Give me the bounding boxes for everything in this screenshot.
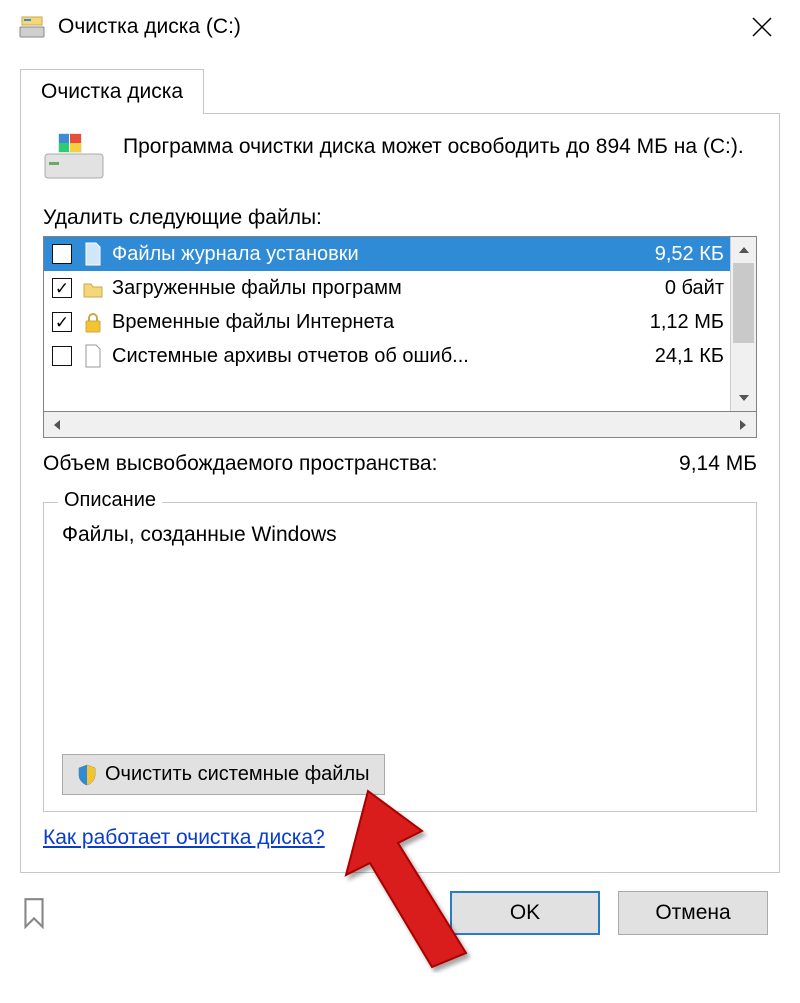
scroll-track[interactable] [731,263,756,385]
total-space-label: Объем высвобождаемого пространства: [43,452,679,476]
hscroll-track[interactable] [70,412,730,437]
disk-cleanup-window: Очистка диска (C:) Очистка диска [0,0,800,1003]
close-button[interactable] [736,4,788,50]
disk-cleanup-icon [18,13,46,41]
horizontal-scrollbar[interactable] [43,412,757,438]
file-list-row[interactable]: Файлы журнала установки9,52 КБ [44,237,730,271]
row-filesize: 1,12 МБ [640,311,724,334]
titlebar: Очистка диска (C:) [0,0,800,54]
ok-button[interactable]: OK [450,891,600,935]
vertical-scrollbar[interactable] [730,237,756,411]
clean-system-files-label: Очистить системные файлы [105,763,370,786]
row-filename: Файлы журнала установки [112,243,645,266]
scroll-right-button[interactable] [730,412,756,437]
row-checkbox[interactable] [52,312,72,332]
drive-icon [43,132,105,182]
dialog-footer: OK Отмена [0,873,800,935]
window-title: Очистка диска (C:) [58,15,736,39]
tab-cleanup[interactable]: Очистка диска [20,69,204,114]
scroll-down-button[interactable] [731,385,756,411]
intro-text: Программа очистки диска может освободить… [123,132,744,162]
shield-icon [77,764,97,786]
bookmark-icon[interactable] [20,897,52,929]
file-type-icon [82,275,104,301]
file-type-icon [82,309,104,335]
row-filename: Системные архивы отчетов об ошиб... [112,345,645,368]
row-checkbox[interactable] [52,346,72,366]
row-filesize: 24,1 КБ [645,345,724,368]
description-text: Файлы, созданные Windows [62,523,738,547]
scroll-up-button[interactable] [731,237,756,263]
files-listbox[interactable]: Файлы журнала установки9,52 КБЗагруженны… [43,236,757,412]
file-type-icon [82,241,104,267]
row-filename: Загруженные файлы программ [112,277,655,300]
description-groupbox: Описание Файлы, созданные Windows Очисти… [43,502,757,812]
file-list-row[interactable]: Системные архивы отчетов об ошиб...24,1 … [44,339,730,373]
scroll-left-button[interactable] [44,412,70,437]
description-title: Описание [58,489,162,512]
row-filename: Временные файлы Интернета [112,311,640,334]
file-list-row[interactable]: Загруженные файлы программ0 байт [44,271,730,305]
scroll-thumb[interactable] [733,263,754,343]
file-list-row[interactable]: Временные файлы Интернета1,12 МБ [44,305,730,339]
tab-panel-cleanup: Программа очистки диска может освободить… [20,113,780,873]
file-type-icon [82,343,104,369]
how-cleanup-works-link[interactable]: Как работает очистка диска? [43,826,325,850]
row-filesize: 9,52 КБ [645,243,724,266]
clean-system-files-button[interactable]: Очистить системные файлы [62,754,385,795]
row-filesize: 0 байт [655,277,724,300]
files-to-delete-label: Удалить следующие файлы: [43,206,757,230]
row-checkbox[interactable] [52,278,72,298]
total-space-value: 9,14 МБ [679,452,757,476]
cancel-button[interactable]: Отмена [618,891,768,935]
tab-strip: Очистка диска [20,68,780,113]
row-checkbox[interactable] [52,244,72,264]
